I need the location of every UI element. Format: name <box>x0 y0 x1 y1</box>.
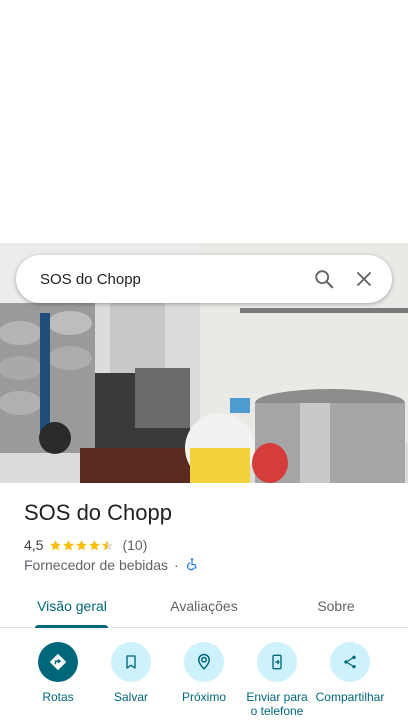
tab-bar: Visão geral Avaliações Sobre <box>0 584 408 628</box>
search-icon[interactable] <box>304 259 344 299</box>
bookmark-icon <box>111 642 151 682</box>
tab-reviews[interactable]: Avaliações <box>152 584 256 628</box>
place-title: SOS do Chopp <box>24 500 172 525</box>
map-blank-area <box>0 0 408 243</box>
nearby-label: Próximo <box>181 690 226 704</box>
tab-overview[interactable]: Visão geral <box>20 584 124 628</box>
rating-value: 4,5 <box>24 537 44 553</box>
send-to-phone-button[interactable]: Enviar para o telefone <box>237 642 317 718</box>
category-row: Fornecedor de bebidas · <box>24 556 199 574</box>
review-count[interactable]: (10) <box>122 537 147 553</box>
star-icon <box>49 539 62 552</box>
search-query[interactable]: SOS do Chopp <box>40 271 304 288</box>
search-bar[interactable]: SOS do Chopp <box>16 255 392 303</box>
share-label: Compartilhar <box>315 690 385 704</box>
rating-row[interactable]: 4,5 (10) <box>24 536 147 554</box>
share-button[interactable]: Compartilhar <box>310 642 390 704</box>
star-icon <box>88 539 101 552</box>
nearby-icon <box>184 642 224 682</box>
wheelchair-accessible-icon <box>185 557 199 574</box>
share-icon <box>330 642 370 682</box>
send-to-phone-icon <box>257 642 297 682</box>
star-rating <box>49 539 114 552</box>
separator: · <box>174 557 179 573</box>
save-button[interactable]: Salvar <box>91 642 171 704</box>
directions-icon <box>38 642 78 682</box>
star-icon <box>101 539 114 552</box>
action-bar: Rotas Salvar Próximo Enviar para o telef… <box>0 642 408 726</box>
directions-label: Rotas <box>42 690 74 704</box>
send-to-phone-label: Enviar para o telefone <box>246 690 308 718</box>
star-icon <box>75 539 88 552</box>
place-category[interactable]: Fornecedor de bebidas <box>24 557 168 573</box>
tab-about[interactable]: Sobre <box>284 584 388 628</box>
active-tab-indicator <box>35 625 108 628</box>
nearby-button[interactable]: Próximo <box>164 642 244 704</box>
close-icon[interactable] <box>344 259 384 299</box>
directions-button[interactable]: Rotas <box>18 642 98 704</box>
save-label: Salvar <box>113 690 148 704</box>
star-icon <box>62 539 75 552</box>
